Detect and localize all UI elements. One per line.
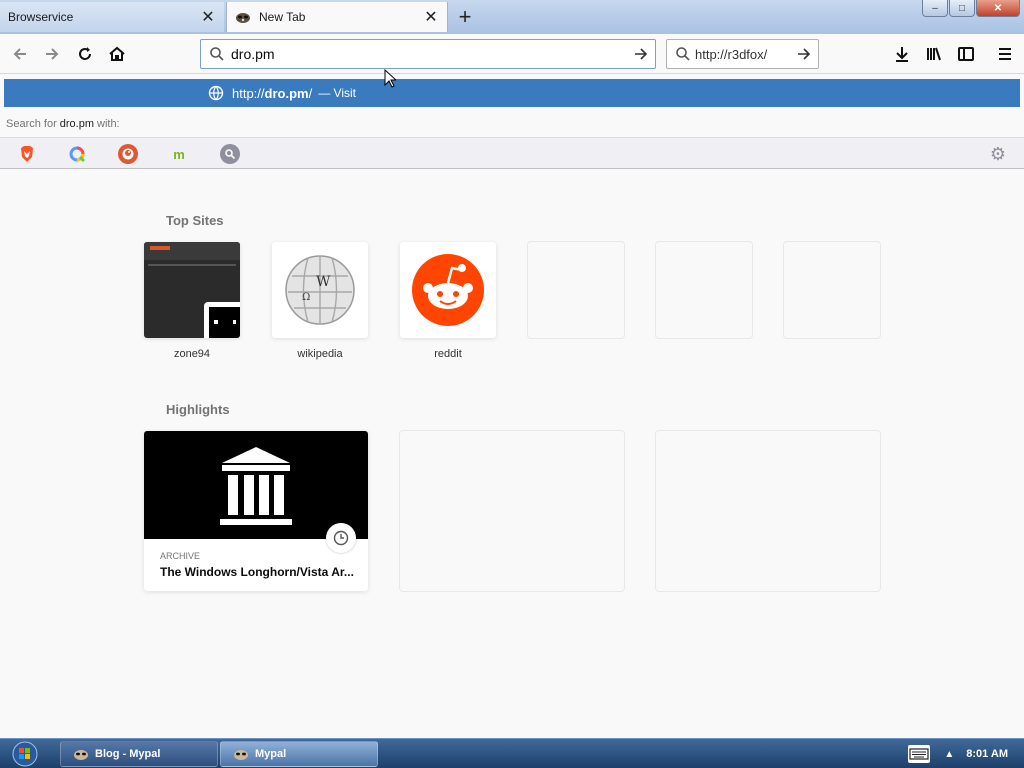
tab-browservice[interactable]: Browservice ✕: [0, 2, 224, 32]
reload-button[interactable]: [71, 40, 99, 68]
menu-button[interactable]: [991, 40, 1019, 68]
arrow-right-icon: [635, 48, 648, 60]
autocomplete-visit-row[interactable]: http://dro.pm/ — Visit: [4, 79, 1020, 107]
top-site-tile[interactable]: reddit: [400, 242, 496, 360]
zone94-thumbnail: [144, 242, 240, 338]
highlight-title: The Windows Longhorn/Vista Ar...: [160, 565, 354, 579]
keyboard-icon[interactable]: [908, 745, 931, 763]
taskbar-item-label: Mypal: [255, 748, 287, 760]
clock-icon: [326, 523, 356, 553]
hamburger-menu-icon: [999, 48, 1011, 60]
window-controls: – □ ✕: [922, 0, 1020, 17]
library-button[interactable]: [920, 40, 948, 68]
back-button[interactable]: [6, 40, 34, 68]
search-settings-gear-icon[interactable]: ⚙: [988, 144, 1008, 164]
maximize-button[interactable]: □: [949, 0, 975, 17]
search-with-label: Search for dro.pm with:: [0, 113, 1024, 135]
library-icon: [927, 47, 941, 61]
tab-strip: Browservice ✕ New Tab ✕ + – □ ✕: [0, 0, 1024, 34]
taskbar-item-label: Blog - Mypal: [95, 748, 161, 760]
go-button[interactable]: [627, 40, 655, 68]
autocomplete-url: http://dro.pm/: [232, 86, 312, 101]
tab-title: Browservice: [8, 10, 74, 24]
autocomplete-action: — Visit: [318, 86, 357, 100]
tab-new-tab[interactable]: New Tab ✕: [226, 2, 448, 32]
url-input[interactable]: dro.pm: [225, 46, 627, 62]
arrow-right-icon: [798, 48, 811, 60]
taskbar-item[interactable]: Mypal: [220, 741, 378, 767]
empty-tile: [528, 242, 624, 338]
globe-icon: [208, 85, 224, 101]
search-bar[interactable]: http://r3dfox/: [666, 39, 819, 69]
arrow-left-icon: [13, 48, 26, 60]
reload-icon: [79, 47, 91, 60]
search-engine-icon[interactable]: [220, 144, 240, 164]
highlight-card[interactable]: ARCHIVE The Windows Longhorn/Vista Ar...: [144, 431, 368, 591]
tab-close-icon[interactable]: ✕: [200, 9, 216, 26]
top-site-placeholder: [528, 242, 624, 348]
tab-close-icon[interactable]: ✕: [423, 9, 439, 26]
duckduckgo-search-icon[interactable]: [118, 144, 138, 164]
new-tab-button[interactable]: +: [452, 4, 478, 29]
svg-text:W: W: [316, 274, 331, 290]
windows-logo-icon: [12, 741, 38, 767]
brave-search-icon[interactable]: [17, 144, 37, 164]
minimize-button[interactable]: –: [922, 0, 948, 17]
search-with-prefix: Search for: [6, 118, 57, 130]
search-with-suffix: with:: [97, 118, 120, 130]
search-input[interactable]: http://r3dfox/: [691, 47, 790, 62]
taskbar-item[interactable]: Blog - Mypal: [60, 741, 218, 767]
top-site-label: zone94: [173, 348, 211, 360]
mojeek-search-icon[interactable]: m: [169, 144, 189, 164]
sidebar-button[interactable]: [952, 40, 980, 68]
top-site-placeholder: [784, 242, 880, 348]
raccoon-app-icon: [74, 750, 88, 760]
close-window-button[interactable]: ✕: [976, 0, 1020, 17]
tab-title: New Tab: [259, 10, 306, 24]
raccoon-app-icon: [234, 750, 248, 760]
top-site-tile[interactable]: W Ω wikipedia: [272, 242, 368, 360]
raccoon-favicon-icon: [236, 13, 250, 23]
empty-tile: [784, 242, 880, 338]
archive-building-icon: [144, 431, 368, 553]
top-sites-heading: Top Sites: [166, 213, 224, 228]
highlight-placeholder: [656, 431, 880, 591]
search-with-term: dro.pm: [59, 118, 94, 130]
url-suffix: /: [308, 85, 313, 101]
reddit-logo-icon: [400, 242, 496, 338]
download-icon: [896, 47, 908, 62]
top-site-placeholder: [656, 242, 752, 348]
sidebar-icon: [958, 47, 974, 61]
downloads-button[interactable]: [888, 40, 916, 68]
nav-toolbar: dro.pm http://r3dfox/: [0, 34, 1024, 74]
forward-button[interactable]: [38, 40, 66, 68]
highlight-placeholder: [400, 431, 624, 591]
top-site-label: reddit: [434, 348, 462, 360]
system-tray: ▲ 8:01 AM: [908, 739, 1024, 768]
wikipedia-logo-icon: W Ω: [272, 242, 368, 338]
empty-tile: [656, 242, 752, 338]
url-bar[interactable]: dro.pm: [200, 39, 656, 69]
start-button[interactable]: [6, 740, 44, 768]
url-domain: dro.pm: [264, 85, 309, 101]
show-hidden-icons-chevron-icon[interactable]: ▲: [944, 749, 954, 760]
top-site-label: wikipedia: [297, 348, 343, 360]
search-go-button[interactable]: [790, 40, 818, 68]
taskbar: Blog - Mypal Mypal ▲ 8:01 AM: [0, 738, 1024, 768]
url-prefix: http://: [232, 85, 265, 101]
top-site-tile[interactable]: zone94: [144, 242, 240, 360]
home-icon: [109, 46, 125, 61]
qwant-search-icon[interactable]: [67, 144, 87, 164]
svg-text:Ω: Ω: [302, 292, 310, 303]
highlights-heading: Highlights: [166, 402, 230, 417]
one-off-search-engines: m ⚙: [0, 137, 1024, 169]
mouse-cursor-icon: [384, 69, 396, 88]
tray-clock[interactable]: 8:01 AM: [966, 748, 1008, 760]
arrow-right-icon: [46, 48, 59, 60]
search-icon: [210, 47, 224, 61]
home-button[interactable]: [103, 40, 131, 68]
search-icon: [676, 47, 690, 61]
